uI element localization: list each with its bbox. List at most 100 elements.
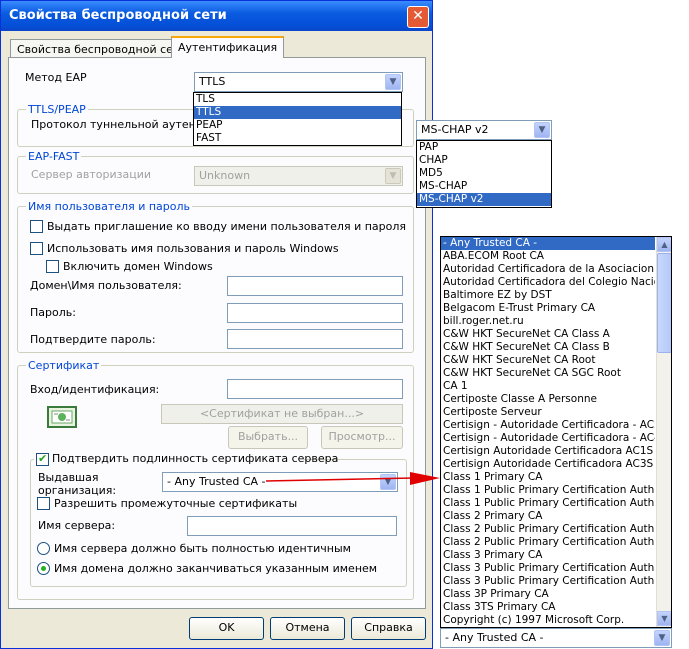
- auth-server-label: Сервер авторизации: [31, 168, 152, 181]
- confirm-password-input[interactable]: [227, 329, 403, 349]
- callout-arrow-icon: [265, 472, 440, 485]
- ca-list-item[interactable]: Class 3 Public Primary Certification Aut…: [441, 562, 655, 575]
- ca-list-item[interactable]: Autoridad Certificadora del Colegio Naci…: [441, 276, 655, 289]
- tunnel-option-md5[interactable]: MD5: [417, 167, 551, 180]
- ca-list-item[interactable]: C&W HKT SecureNet CA Class B: [441, 341, 655, 354]
- ca-list-item[interactable]: - Any Trusted CA -: [441, 237, 655, 250]
- ca-list-item[interactable]: bill.roger.net.ru: [441, 315, 655, 328]
- tab-wireless-properties[interactable]: Свойства беспроводной сети: [10, 39, 194, 59]
- tunnel-protocol-dropdown: PAP CHAP MD5 MS-CHAP MS-CHAP v2: [416, 140, 552, 208]
- ca-list-item[interactable]: Class 3 Primary CA: [441, 549, 655, 562]
- ok-label: OK: [218, 621, 235, 634]
- close-button[interactable]: ✕: [407, 6, 429, 28]
- use-windows-credentials-checkbox[interactable]: [30, 242, 43, 255]
- scroll-thumb[interactable]: [657, 253, 671, 353]
- tunnel-option-mschap[interactable]: MS-CHAP: [417, 180, 551, 193]
- eap-method-value: TTLS: [199, 75, 226, 88]
- login-input[interactable]: [227, 379, 403, 399]
- close-icon: ✕: [412, 8, 424, 24]
- view-cert-button: Просмотр...: [321, 426, 403, 449]
- ca-list-dropdown: - Any Trusted CA - ABA.ECOM Root CA Autori…: [440, 236, 672, 628]
- title-bar[interactable]: Свойства беспроводной сети: [1, 1, 432, 31]
- server-name-input[interactable]: [187, 516, 397, 536]
- ca-select[interactable]: - Any Trusted CA - ▼: [440, 628, 672, 648]
- cancel-button[interactable]: Отмена: [270, 617, 345, 640]
- chevron-down-icon[interactable]: ▼: [385, 74, 401, 90]
- chevron-down-icon[interactable]: ▼: [654, 630, 670, 646]
- ca-list-item[interactable]: C&W HKT SecureNet CA SGC Root: [441, 367, 655, 380]
- username-input[interactable]: [227, 276, 403, 296]
- help-button[interactable]: Справка: [351, 617, 426, 640]
- ca-list-item[interactable]: C&W HKT SecureNet CA Class A: [441, 328, 655, 341]
- window-title: Свойства беспроводной сети: [9, 8, 227, 23]
- scroll-down-icon[interactable]: ▼: [657, 611, 671, 626]
- ca-list-item[interactable]: Certisign - Autoridade Certificadora - A…: [441, 419, 655, 432]
- ca-list-item[interactable]: ABA.ECOM Root CA: [441, 250, 655, 263]
- certificate-field: <Сертификат не выбран...>: [161, 404, 403, 424]
- ok-button[interactable]: OK: [189, 617, 264, 640]
- issuer-label-line1: Выдавшая: [38, 471, 99, 484]
- eap-option-peap[interactable]: PEAP: [194, 119, 401, 132]
- scroll-up-icon[interactable]: ▲: [657, 237, 671, 252]
- login-label: Вход/идентификация:: [30, 383, 160, 396]
- verify-server-checkbox[interactable]: [36, 452, 49, 466]
- confirm-password-label: Подтвердите пароль:: [30, 333, 156, 346]
- tunnel-option-mschapv2[interactable]: MS-CHAP v2: [417, 193, 551, 206]
- tab-label: Аутентификация: [178, 41, 278, 54]
- auth-server-select: Unknown ▼: [194, 166, 403, 186]
- password-input[interactable]: [227, 303, 403, 323]
- domain-suffix-radio[interactable]: [37, 562, 50, 575]
- ca-list-item[interactable]: Class 3 Public Primary Certification Aut…: [441, 575, 655, 588]
- eap-option-fast[interactable]: FAST: [194, 132, 401, 145]
- password-label: Пароль:: [30, 306, 76, 319]
- verify-header: Подтвердить подлинность сертификата серв…: [34, 452, 338, 466]
- ca-list-item[interactable]: Class 3TS Primary CA: [441, 601, 655, 614]
- eap-option-ttls[interactable]: TTLS: [194, 106, 401, 119]
- ca-list-item[interactable]: Copyright (c) 1997 Microsoft Corp.: [441, 614, 655, 627]
- exact-server-name-radio[interactable]: [37, 542, 50, 555]
- ca-list-scrollbar[interactable]: ▲ ▼: [656, 237, 671, 627]
- ca-list-item[interactable]: Certisign Autoridade Certificadora AC3S: [441, 458, 655, 471]
- ca-list-items: - Any Trusted CA - ABA.ECOM Root CA Autori…: [441, 237, 655, 627]
- eap-method-select[interactable]: TTLS ▼: [194, 72, 403, 92]
- prompt-credentials-checkbox[interactable]: [30, 220, 43, 233]
- select-cert-button: Выбрать...: [228, 426, 308, 449]
- ca-list-item[interactable]: CA 1: [441, 380, 655, 393]
- ca-list-item[interactable]: Certiposte Classe A Personne: [441, 393, 655, 406]
- ca-list-item[interactable]: Class 2 Public Primary Certification Aut…: [441, 523, 655, 536]
- credentials-group-title: Имя пользователя и пароль: [26, 200, 193, 213]
- chevron-down-icon: ▼: [385, 168, 401, 184]
- ca-list-item[interactable]: Certiposte Serveur: [441, 406, 655, 419]
- auth-server-value: Unknown: [199, 169, 251, 182]
- ca-list-item[interactable]: Certisign - Autoridade Certificadora - A…: [441, 432, 655, 445]
- eap-fast-group-title: EAP-FAST: [26, 150, 82, 163]
- cancel-label: Отмена: [285, 621, 330, 634]
- help-label: Справка: [364, 621, 413, 634]
- tunnel-option-chap[interactable]: CHAP: [417, 154, 551, 167]
- ca-list-item[interactable]: Certisign Autoridade Certificadora AC1S: [441, 445, 655, 458]
- chevron-down-icon[interactable]: ▼: [534, 122, 550, 138]
- ca-list-item[interactable]: Baltimore EZ by DST: [441, 289, 655, 302]
- tab-authentication[interactable]: Аутентификация: [171, 36, 285, 58]
- ca-list-item[interactable]: Autoridad Certificadora de la Asociacion…: [441, 263, 655, 276]
- ca-list-item[interactable]: Belgacom E-Trust Primary CA: [441, 302, 655, 315]
- allow-intermediate-checkbox[interactable]: [37, 497, 50, 510]
- select-cert-label: Выбрать...: [237, 430, 299, 443]
- exact-server-name-label: Имя сервера должно быть полностью иденти…: [54, 542, 351, 555]
- eap-method-dropdown: TLS TTLS PEAP FAST: [193, 92, 402, 146]
- ca-list-item[interactable]: Class 1 Public Primary Certification Aut…: [441, 497, 655, 510]
- tunnel-protocol-select[interactable]: MS-CHAP v2 ▼: [416, 120, 552, 140]
- server-name-label: Имя сервера:: [38, 519, 116, 532]
- ca-list-item[interactable]: C&W HKT SecureNet CA Root: [441, 354, 655, 367]
- ca-list-item[interactable]: Class 2 Public Primary Certification Aut…: [441, 536, 655, 549]
- ca-list-item[interactable]: Class 2 Primary CA: [441, 510, 655, 523]
- ca-list-item[interactable]: Class 1 Primary CA: [441, 471, 655, 484]
- ca-list-item[interactable]: Class 3P Primary CA: [441, 588, 655, 601]
- tunnel-option-pap[interactable]: PAP: [417, 141, 551, 154]
- eap-option-tls[interactable]: TLS: [194, 93, 401, 106]
- ca-list-item[interactable]: Class 1 Public Primary Certification Aut…: [441, 484, 655, 497]
- issuer-value: - Any Trusted CA -: [167, 475, 266, 488]
- include-domain-checkbox[interactable]: [46, 260, 59, 273]
- ttls-peap-group-title: TTLS/PEAP: [26, 103, 88, 116]
- prompt-credentials-label: Выдать приглашение ко вводу имени пользо…: [47, 220, 407, 233]
